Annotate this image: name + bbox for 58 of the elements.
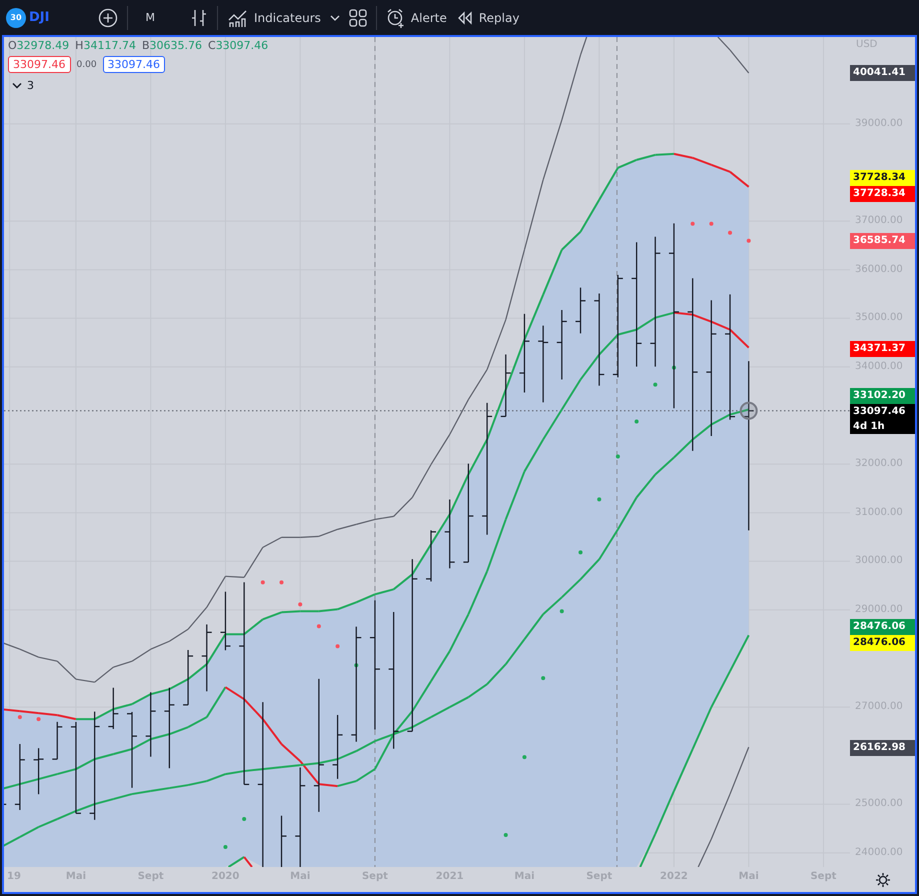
- sar-dot: [672, 366, 676, 370]
- price-label: 37728.34: [850, 186, 915, 202]
- ohlc-value: H34117.74: [75, 39, 136, 52]
- price-label: 28476.06: [850, 619, 915, 636]
- sar-dot: [728, 230, 732, 235]
- price-label: 26162.98: [850, 740, 915, 756]
- symbol-button[interactable]: DJI: [29, 10, 50, 25]
- sar-dot: [260, 580, 265, 584]
- layout-grid-icon[interactable]: [348, 8, 367, 26]
- crosshair-marker: [740, 402, 758, 420]
- sar-dot: [616, 454, 620, 458]
- sar-dot: [504, 833, 508, 838]
- settings-icon[interactable]: [874, 872, 890, 888]
- chevron-down-icon[interactable]: [330, 14, 340, 22]
- sar-dot: [709, 222, 714, 226]
- line-chart-icon: [226, 8, 249, 28]
- spread-value: 0.00: [76, 60, 97, 70]
- chevron-down-icon: [12, 82, 22, 89]
- price-label: 28476.06: [850, 635, 915, 652]
- sar-dot: [746, 238, 751, 243]
- price-label: 36585.74: [850, 233, 915, 250]
- ohlc-value: C33097.46: [208, 39, 268, 52]
- sar-dot: [522, 755, 526, 760]
- bar-chart-icon[interactable]: [190, 8, 208, 28]
- sar-dot: [634, 420, 639, 424]
- sar-dot: [541, 676, 546, 680]
- price-label: 40041.41: [850, 65, 915, 82]
- indicators-button[interactable]: Indicateurs: [226, 8, 321, 28]
- price-label: 37728.34: [850, 170, 915, 186]
- ohlc-value: B30635.76: [142, 39, 202, 52]
- interval-button[interactable]: M: [145, 11, 155, 24]
- indicators-toggle[interactable]: 3: [8, 77, 38, 94]
- alarm-clock-icon: [386, 8, 406, 28]
- sar-dot: [597, 497, 602, 502]
- sell-button[interactable]: 33097.46: [8, 56, 70, 73]
- sar-dot: [36, 717, 41, 722]
- rewind-icon: [456, 10, 474, 26]
- replay-button[interactable]: Replay: [456, 10, 520, 26]
- sar-dot: [298, 602, 302, 606]
- sar-dot: [18, 715, 22, 720]
- buy-button[interactable]: 33097.46: [102, 56, 166, 73]
- sar-dot: [354, 663, 358, 668]
- add-icon[interactable]: [98, 8, 118, 28]
- price-label: 33102.20: [850, 388, 915, 404]
- alert-button[interactable]: Alerte: [386, 8, 447, 28]
- sar-dot: [336, 644, 340, 648]
- sar-dot: [316, 624, 321, 628]
- sar-dot: [280, 580, 284, 584]
- sar-dot: [560, 609, 564, 614]
- sar-dot: [223, 844, 228, 849]
- sar-dot: [690, 222, 695, 226]
- sar-dot: [653, 382, 658, 387]
- sar-dot: [578, 550, 583, 554]
- price-label: 33097.46 4d 1h: [850, 404, 915, 434]
- sar-dot: [242, 817, 246, 822]
- ohlc-value: O32978.49: [8, 39, 70, 52]
- symbol-badge: 30: [6, 8, 26, 28]
- price-label: 34371.37: [850, 340, 915, 357]
